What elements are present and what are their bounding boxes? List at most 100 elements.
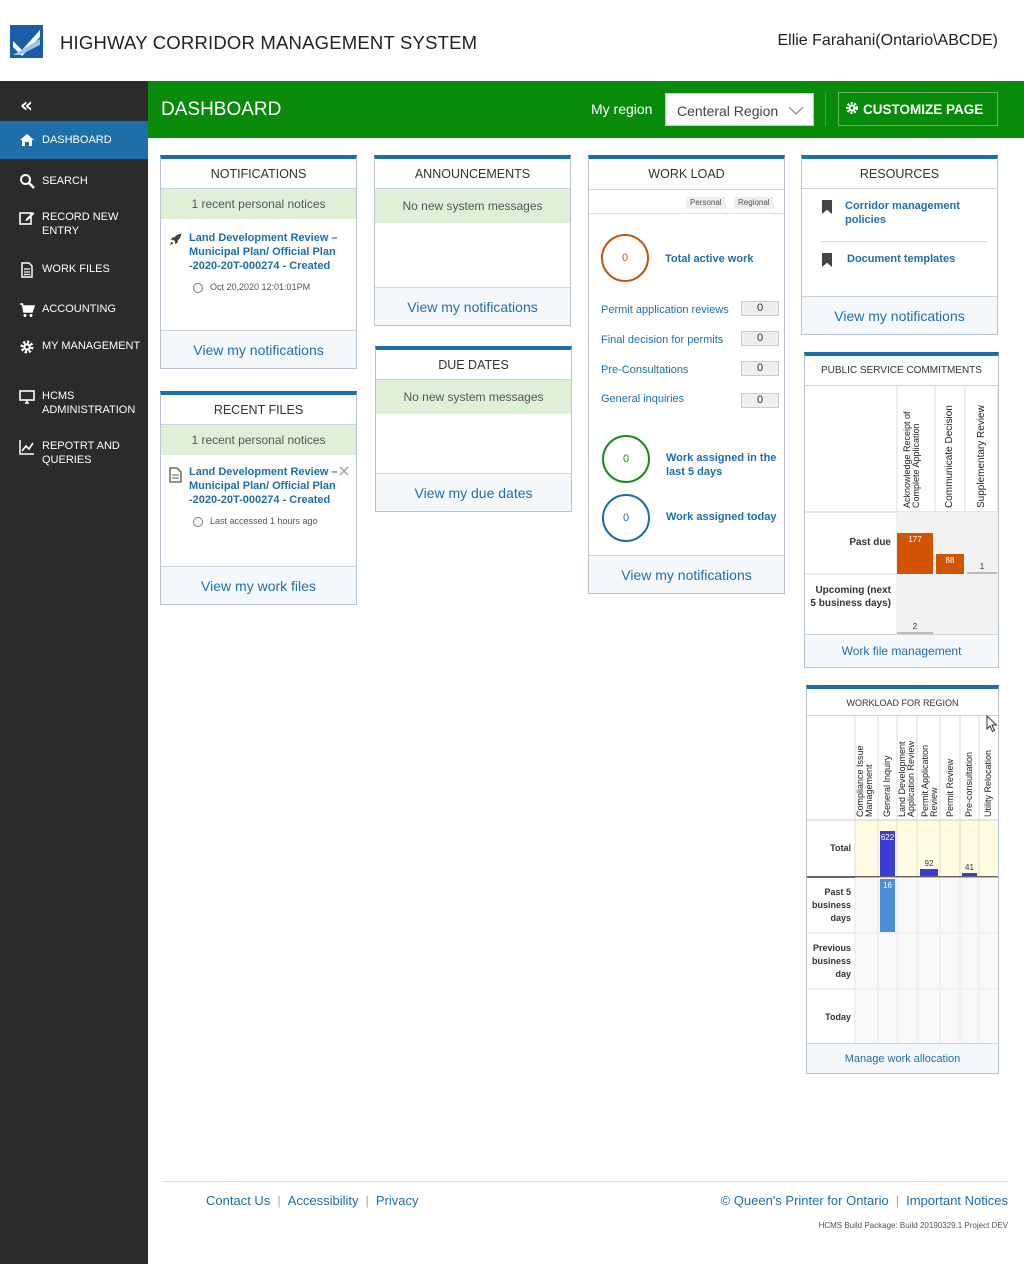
sidebar-item-label: HCMS ADMINISTRATION — [42, 390, 136, 416]
bar-value-label: 2 — [912, 622, 918, 631]
customize-page-label: CUSTOMIZE PAGE — [863, 102, 984, 117]
sidebar: « DASHBOARD SEARCH RECORD NEW ENTRY WORK… — [0, 81, 148, 1264]
count-box: 0 — [741, 393, 779, 408]
notice-banner: 1 recent personal notices — [161, 425, 356, 455]
manage-work-allocation-link[interactable]: Manage work allocation — [807, 1043, 998, 1073]
total-active-work-link[interactable]: Total active work — [665, 252, 753, 266]
sidebar-item-dashboard[interactable]: DASHBOARD — [0, 121, 148, 159]
notifications-card: NOTIFICATIONS 1 recent personal notices … — [160, 155, 357, 369]
divider — [820, 241, 988, 242]
bar-value-label: 622 — [880, 833, 895, 843]
regional-toggle[interactable]: Regional — [734, 197, 774, 209]
document-icon — [21, 262, 33, 278]
sidebar-item-my-management[interactable]: MY MANAGEMENT — [0, 337, 148, 373]
dashboard-header: DASHBOARD My region Centeral Region CUST… — [148, 81, 1024, 138]
sidebar-item-accounting[interactable]: ACCOUNTING — [0, 297, 148, 327]
rocket-icon — [169, 233, 182, 246]
resource-link[interactable]: Corridor management policies — [845, 199, 975, 227]
copyright-link[interactable]: © Queen's Printer for Ontario — [721, 1193, 889, 1208]
sidebar-item-hcms-administration[interactable]: HCMS ADMINISTRATION — [0, 387, 148, 423]
bookmark-icon — [822, 200, 832, 214]
search-icon — [20, 174, 35, 189]
build-info: HCMS Build Package: Build 20190329.1 Pro… — [818, 1221, 1008, 1230]
sidebar-item-reports-and-queries[interactable]: REPOTRT AND QUERIES — [0, 437, 148, 473]
home-icon — [20, 134, 34, 146]
work-assigned-last-5-days-link[interactable]: Work assigned in the last 5 days — [666, 451, 781, 479]
final-decision-link[interactable]: Final decision for permits — [601, 333, 723, 347]
region-value: Centeral Region — [677, 103, 779, 119]
top-bar: HIGHWAY CORRIDOR MANAGEMENT SYSTEM Ellie… — [0, 0, 1024, 81]
important-notices-link[interactable]: Important Notices — [906, 1193, 1008, 1208]
row-label: Upcoming (next 5 business days) — [810, 585, 891, 609]
sidebar-item-label: WORK FILES — [42, 263, 110, 275]
today-ring: 0 — [602, 494, 650, 542]
column-header: Compliance Issue Management — [855, 745, 874, 817]
recent-file-link[interactable]: Land Development Review – Municipal Plan… — [189, 465, 344, 507]
card-title: WORK LOAD — [589, 159, 784, 190]
sidebar-item-label: REPOTRT AND QUERIES — [42, 440, 120, 466]
bar-value-label: 92 — [924, 859, 934, 869]
bar-value-label: 1 — [979, 562, 985, 571]
column-header: Permit Review — [945, 758, 955, 817]
workload-for-region-card: WORKLOAD FOR REGION Compliance Issue Man… — [806, 685, 999, 1074]
view-my-work-files-link[interactable]: View my work files — [161, 566, 356, 604]
view-my-notifications-link[interactable]: View my notifications — [589, 555, 784, 593]
privacy-link[interactable]: Privacy — [376, 1193, 419, 1208]
row-label: Past 5 business days — [811, 887, 851, 923]
general-inquiries-link[interactable]: General inquiries — [601, 392, 684, 406]
notification-link[interactable]: Land Development Review – Municipal Plan… — [189, 231, 344, 273]
count-box: 0 — [741, 331, 779, 346]
column-header: Supplementary Review — [976, 405, 987, 508]
view-my-notifications-link[interactable]: View my notifications — [802, 296, 997, 334]
region-select[interactable]: Centeral Region — [665, 93, 814, 126]
announcements-card: ANNOUNCEMENTS No new system messages Vie… — [374, 155, 571, 326]
count-box: 0 — [741, 361, 779, 376]
accessibility-link[interactable]: Accessibility — [288, 1193, 359, 1208]
divider — [589, 213, 784, 214]
contact-us-link[interactable]: Contact Us — [206, 1193, 270, 1208]
work-file-management-link[interactable]: Work file management — [805, 634, 998, 667]
resource-link[interactable]: Document templates — [847, 252, 977, 266]
view-my-notifications-link[interactable]: View my notifications — [375, 287, 570, 325]
sidebar-item-work-files[interactable]: WORK FILES — [0, 257, 148, 287]
chart-icon — [19, 440, 34, 455]
recent-file-time: Last accessed 1 hours ago — [210, 516, 318, 526]
column-header: Permit Application Review — [920, 744, 939, 817]
pre-consultations-link[interactable]: Pre-Consultations — [601, 363, 688, 377]
row-label: Total — [830, 843, 851, 853]
resources-card: RESOURCES Corridor management policies D… — [801, 155, 998, 335]
sidebar-item-label: DASHBOARD — [42, 134, 112, 146]
sidebar-item-search[interactable]: SEARCH — [0, 165, 148, 195]
row-label: Past due — [849, 537, 891, 548]
bookmark-icon — [822, 253, 832, 267]
column-header: Communicate Decision — [944, 405, 955, 508]
column-header: Land Development Application Review — [897, 740, 916, 817]
double-chevron-left-icon[interactable]: « — [20, 93, 33, 117]
permit-application-reviews-link[interactable]: Permit application reviews — [601, 303, 729, 317]
user-name[interactable]: Ellie Farahani(Ontario\ABCDE) — [777, 32, 998, 50]
work-assigned-today-link[interactable]: Work assigned today — [666, 510, 776, 524]
bar-value-label: 16 — [883, 881, 892, 891]
footer-links: Contact Us | Accessibility | Privacy — [206, 1193, 419, 1208]
app-title: HIGHWAY CORRIDOR MANAGEMENT SYSTEM — [60, 32, 478, 53]
separator: | — [277, 1193, 281, 1208]
bar-5-0 — [962, 873, 977, 876]
gear-icon — [20, 340, 34, 354]
view-my-due-dates-link[interactable]: View my due dates — [376, 473, 571, 511]
card-title: ANNOUNCEMENTS — [375, 159, 570, 189]
ontario-logo-icon[interactable] — [10, 25, 43, 58]
separator: | — [895, 1193, 900, 1208]
bar-value-label: 88 — [945, 555, 955, 565]
column-header: General Inquiry — [882, 755, 892, 817]
last-5-days-ring: 0 — [602, 435, 650, 483]
recent-files-card: RECENT FILES 1 recent personal notices L… — [160, 391, 357, 605]
close-icon[interactable] — [339, 466, 349, 476]
personal-toggle[interactable]: Personal — [686, 197, 726, 209]
view-my-notifications-link[interactable]: View my notifications — [161, 330, 356, 368]
customize-page-button[interactable]: CUSTOMIZE PAGE — [838, 92, 998, 126]
count-box: 0 — [741, 301, 779, 316]
sidebar-item-label: RECORD NEW ENTRY — [42, 211, 119, 237]
footer-right: © Queen's Printer for Ontario | Important … — [721, 1193, 1008, 1208]
sidebar-item-record-new-entry[interactable]: RECORD NEW ENTRY — [0, 205, 148, 241]
header-divider — [825, 93, 826, 126]
